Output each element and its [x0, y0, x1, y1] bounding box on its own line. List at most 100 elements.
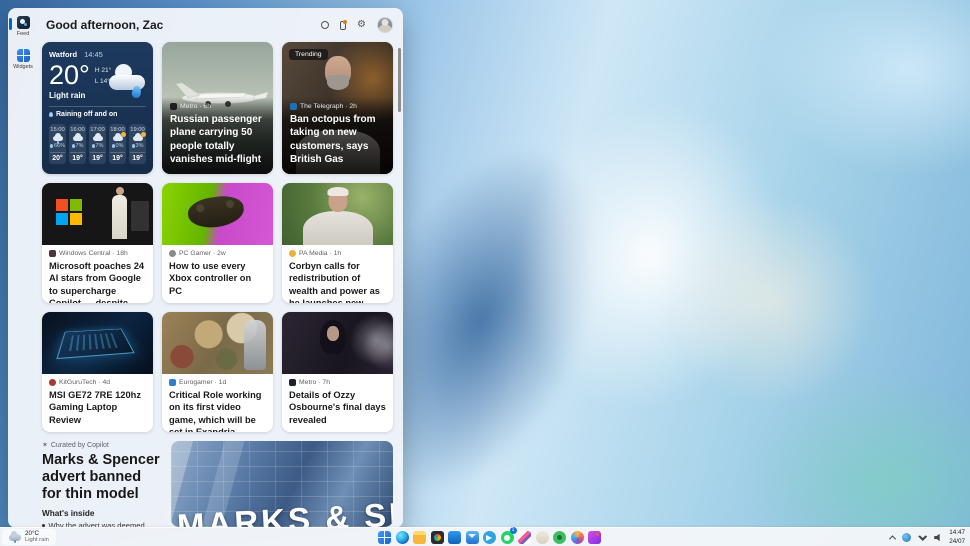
- app-icon-light[interactable]: [536, 531, 549, 544]
- article-thumbnail: [282, 312, 393, 374]
- headline: How to use every Xbox controller on PC: [169, 260, 266, 297]
- headline: Russian passenger plane carrying 50 peop…: [170, 113, 265, 166]
- storefront-sign-text: MARKS & SP: [176, 495, 393, 527]
- taskbar-weather-button[interactable]: 20°C Light rain: [2, 529, 56, 545]
- news-card-xbox[interactable]: PC Gamer · 2w How to use every Xbox cont…: [162, 183, 273, 303]
- paint-app-icon[interactable]: [518, 531, 531, 544]
- news-card-microsoft[interactable]: Windows Central · 18h Microsoft poaches …: [42, 183, 153, 303]
- article-thumbnail: [42, 312, 153, 374]
- news-card-msi[interactable]: KitGuruTech · 4d MSI GE72 7RE 120hz Gami…: [42, 312, 153, 432]
- article-thumbnail: [162, 183, 273, 245]
- hourly-cell: 17:00 7% 19°: [89, 124, 106, 164]
- widgets-sidebar: Feed Widgets: [8, 8, 38, 528]
- system-tray: 14:47 24/07: [890, 528, 965, 546]
- hourly-cell: 19:00 3% 19°: [129, 124, 146, 164]
- volume-icon[interactable]: [934, 534, 942, 542]
- hourly-cell: 16:00 7% 19°: [69, 124, 86, 164]
- whatsapp-icon[interactable]: 1: [501, 531, 514, 544]
- feed-icon: [17, 16, 30, 29]
- source-favicon: [169, 250, 176, 257]
- weather-temperature: 20°: [49, 62, 90, 89]
- clock-time: 14:47: [949, 529, 965, 537]
- source-favicon: [170, 103, 177, 110]
- curated-label: Curated by Copilot: [51, 442, 109, 449]
- sidebar-item-label: Feed: [17, 31, 30, 37]
- greeting-text: Good afternoon, Zac: [46, 18, 163, 32]
- user-avatar[interactable]: [377, 17, 393, 33]
- droplet-icon: [72, 144, 75, 148]
- store-front-image[interactable]: MARKS & SP: [171, 441, 393, 527]
- news-card-critical-role[interactable]: Eurogamer · 1d Critical Role working on …: [162, 312, 273, 432]
- rain-cloud-icon: [9, 534, 21, 541]
- sidebar-item-widgets[interactable]: Widgets: [8, 49, 38, 70]
- hidden-icons-chevron[interactable]: [889, 535, 896, 542]
- news-card-ozzy[interactable]: Metro · 7h Details of Ozzy Osbourne's fi…: [282, 312, 393, 432]
- weather-location: Watford: [49, 50, 77, 59]
- widgets-grid-icon: [17, 49, 30, 62]
- source-favicon: [289, 250, 296, 257]
- weather-time: 14:45: [84, 50, 103, 59]
- wifi-icon[interactable]: [918, 534, 927, 541]
- news-card-corbyn[interactable]: PA Media · 1h Corbyn calls for redistrib…: [282, 183, 393, 303]
- outlook-icon[interactable]: [448, 531, 461, 544]
- laptop-image: [56, 329, 134, 360]
- telegram-icon[interactable]: [483, 531, 496, 544]
- network-globe-icon[interactable]: [902, 533, 911, 542]
- taskbar-app-icons: 1: [378, 531, 601, 544]
- person-image: [303, 211, 373, 245]
- headline: Corbyn calls for redistribution of wealt…: [289, 260, 386, 303]
- hourly-cell: 15:00 66% 20°: [49, 124, 66, 164]
- droplet-icon: [49, 112, 53, 117]
- source-meta: Metro · 7h: [299, 379, 330, 386]
- sidebar-item-feed[interactable]: Feed: [8, 16, 38, 37]
- clock[interactable]: 14:47 24/07: [949, 529, 965, 545]
- clock-date: 24/07: [949, 538, 965, 546]
- copilot-curated-story[interactable]: ✶ Curated by Copilot Marks & Spencer adv…: [42, 441, 393, 530]
- hourly-cell: 18:00 0% 19°: [109, 124, 126, 164]
- xbox-controller-image: [186, 193, 246, 231]
- file-explorer-icon[interactable]: [413, 531, 426, 544]
- weather-widget[interactable]: Watford 14:45 20° H 21° L 14° Light rain: [42, 42, 153, 174]
- person-image: [327, 187, 348, 196]
- headline: Ban octopus from taking on new customers…: [290, 113, 385, 166]
- droplet-icon: [132, 144, 135, 148]
- phone-link-icon[interactable]: [340, 21, 346, 30]
- settings-gear-icon[interactable]: ⚙: [357, 20, 366, 30]
- source-meta: Metro · 6h: [180, 103, 211, 110]
- app-icon-green[interactable]: [553, 531, 566, 544]
- whats-inside-label: What's inside: [42, 509, 162, 518]
- cloud-icon: [73, 136, 83, 141]
- sidebar-item-label: Widgets: [13, 64, 33, 70]
- rain-cloud-icon: [109, 68, 145, 90]
- droplet-icon: [112, 144, 115, 148]
- edge-browser-icon[interactable]: [396, 531, 409, 544]
- taskbar-weather-condition: Light rain: [25, 537, 49, 544]
- refresh-icon[interactable]: [321, 21, 329, 29]
- app-icon-colorful[interactable]: [571, 531, 584, 544]
- headline: Details of Ozzy Osbourne's final days re…: [289, 389, 386, 426]
- source-favicon: [49, 250, 56, 257]
- feed-scrollbar[interactable]: [398, 48, 401, 112]
- trending-badge: Trending: [289, 49, 328, 60]
- droplet-icon: [92, 144, 95, 148]
- microsoft-logo-icon: [56, 199, 82, 225]
- widgets-feed: Good afternoon, Zac ⚙ Watford 14:45: [38, 8, 403, 528]
- partly-sunny-icon: [113, 136, 123, 141]
- source-favicon: [289, 379, 296, 386]
- mail-app-icon[interactable]: [466, 531, 479, 544]
- photos-app-icon[interactable]: [431, 531, 444, 544]
- source-meta: KitGuruTech · 4d: [59, 379, 110, 386]
- rain-cloud-icon: [53, 136, 63, 141]
- headline: Critical Role working on its first video…: [169, 389, 266, 432]
- weather-alert: Raining off and on: [56, 111, 117, 118]
- source-meta: PA Media · 1h: [299, 250, 341, 257]
- news-card-plane[interactable]: Metro · 6h Russian passenger plane carry…: [162, 42, 273, 174]
- app-icon-purple[interactable]: [588, 531, 601, 544]
- article-thumbnail: [162, 312, 273, 374]
- start-button[interactable]: [378, 531, 391, 544]
- person-image: [327, 326, 339, 341]
- headline: Microsoft poaches 24 AI stars from Googl…: [49, 260, 146, 303]
- source-favicon: [290, 103, 297, 110]
- news-card-trending[interactable]: Trending The Telegraph · 2h Ban octopus …: [282, 42, 393, 174]
- article-thumbnail: [282, 183, 393, 245]
